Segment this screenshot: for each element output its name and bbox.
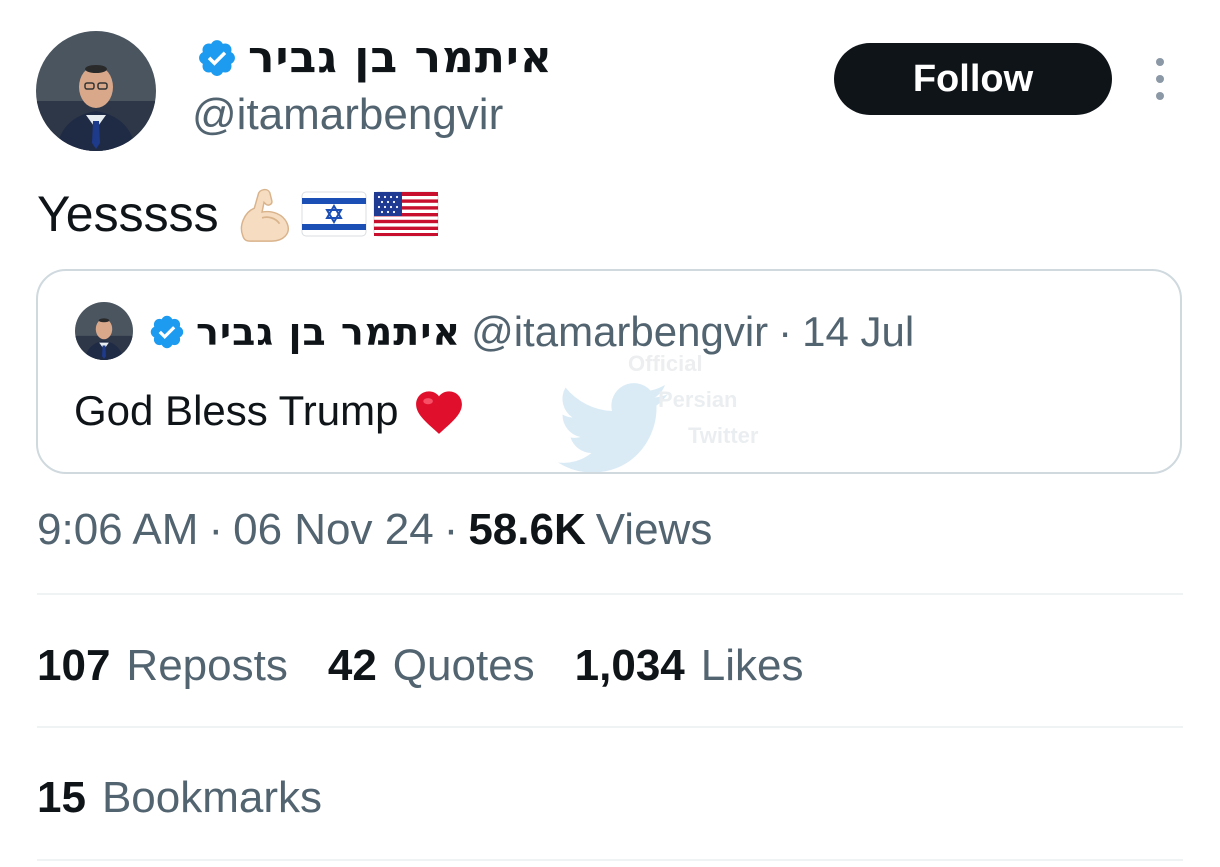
views-count: 58.6K [468, 505, 586, 554]
quote-header: איתמר בן גביר @itamarbengvir · 14 Jul [148, 307, 914, 357]
quote-body: God Bless Trump [74, 383, 466, 439]
engagement-stats: 107 Reposts 42 Quotes 1,034 Likes [37, 638, 844, 694]
follow-button[interactable]: Follow [834, 43, 1112, 115]
reposts-stat[interactable]: 107 Reposts [37, 641, 288, 691]
quotes-count: 42 [327, 641, 377, 690]
tweet-emojis [233, 183, 439, 245]
tweet-text-content: Yesssss [37, 186, 219, 242]
divider-middle [37, 726, 1183, 728]
quote-avatar-portrait [75, 302, 133, 360]
divider-top [37, 593, 1183, 595]
quoted-tweet-card[interactable]: Official Persian Twitter איתמר בן גביר @… [36, 269, 1182, 474]
quotes-stat[interactable]: 42 Quotes [328, 641, 535, 691]
tweet-text: Yesssss [37, 184, 439, 244]
bookmarks-label: Bookmarks [101, 773, 323, 822]
red-heart-icon [416, 391, 463, 434]
watermark-line2: Persian [658, 387, 738, 412]
author-display-name: איתמר בן גביר [248, 32, 553, 83]
quotes-label: Quotes [392, 641, 535, 690]
meta-separator-2: · [443, 505, 459, 554]
israel-flag-icon [301, 191, 367, 237]
verified-badge-icon [196, 37, 238, 79]
avatar-portrait [36, 31, 156, 151]
author-handle[interactable]: @itamarbengvir [192, 90, 503, 140]
likes-count: 1,034 [574, 641, 685, 690]
likes-label: Likes [700, 641, 804, 690]
quote-verified-badge-icon [148, 313, 186, 351]
watermark-line3: Twitter [688, 423, 759, 448]
meta-separator: · [208, 505, 224, 554]
likes-stat[interactable]: 1,034 Likes [575, 641, 804, 691]
tweet-meta: 9:06 AM · 06 Nov 24 · 58.6K Views [37, 502, 712, 558]
quote-handle: @itamarbengvir [471, 308, 769, 355]
author-name-row[interactable]: איתמר בן גביר [196, 30, 553, 86]
divider-bottom [37, 859, 1183, 861]
more-options-icon[interactable] [1146, 58, 1174, 100]
bookmarks-stat[interactable]: 15 Bookmarks [37, 770, 322, 826]
tweet-time[interactable]: 9:06 AM [37, 505, 198, 555]
quote-display-name: איתמר בן גביר [196, 310, 462, 354]
quote-author-avatar [75, 302, 133, 360]
quote-date: 14 Jul [802, 308, 915, 355]
reposts-count: 107 [37, 641, 111, 690]
flexed-biceps-icon [240, 188, 289, 242]
tweet-date[interactable]: 06 Nov 24 [233, 505, 434, 555]
author-avatar[interactable] [36, 31, 156, 151]
usa-flag-icon [373, 191, 439, 237]
quote-separator: · [778, 308, 793, 355]
reposts-label: Reposts [126, 641, 288, 690]
bookmarks-count: 15 [37, 773, 86, 822]
bird-watermark-icon [558, 383, 668, 472]
quote-text: God Bless Trump [74, 387, 399, 434]
views-label: Views [595, 505, 713, 554]
